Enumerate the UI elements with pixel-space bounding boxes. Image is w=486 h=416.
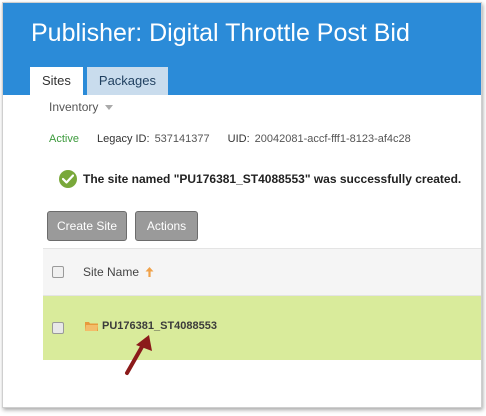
page-header: Publisher: Digital Throttle Post Bid Sit… (3, 3, 481, 95)
site-name-label: PU176381_ST4088553 (102, 320, 217, 332)
column-header-label: Site Name (83, 265, 140, 279)
inventory-dropdown[interactable]: Inventory (49, 100, 114, 114)
actions-button[interactable]: Actions (135, 211, 198, 241)
folder-icon (85, 322, 98, 331)
legacy-id-value: 537141377 (154, 133, 210, 145)
check-circle-icon (59, 170, 77, 188)
success-text: The site named "PU176381_ST4088553" was … (83, 172, 462, 186)
tab-packages[interactable]: Packages (86, 67, 168, 95)
column-header-site-name[interactable]: Site Name (83, 265, 154, 279)
site-link[interactable]: PU176381_ST4088553 (85, 320, 217, 332)
page-title-prefix: Publisher: (31, 19, 150, 47)
uid-value: 20042081-accf-fff1-8123-af4c28 (254, 133, 411, 145)
uid-label: UID: (227, 133, 250, 145)
tab-bar: Sites Packages (30, 67, 172, 95)
annotation-arrow-icon (125, 335, 152, 375)
row-checkbox[interactable] (52, 322, 64, 334)
table-header: Site Name (43, 248, 481, 296)
select-all-checkbox[interactable] (52, 266, 64, 278)
page-title: Publisher: Digital Throttle Post Bid (31, 19, 410, 48)
legacy-id-label: Legacy ID: (96, 133, 150, 145)
publisher-name: Digital Throttle Post Bid (149, 19, 410, 47)
create-site-button[interactable]: Create Site (47, 211, 127, 241)
table-row: PU176381_ST4088553 (43, 296, 481, 360)
site-meta: Active Legacy ID: 537141377 UID: 2004208… (49, 133, 429, 145)
status-badge: Active (49, 133, 79, 145)
tab-sites[interactable]: Sites (30, 67, 83, 95)
inventory-label: Inventory (49, 100, 99, 114)
chevron-down-icon (105, 104, 114, 110)
sort-ascending-icon (145, 267, 154, 277)
success-message: The site named "PU176381_ST4088553" was … (59, 170, 461, 188)
app-window: Publisher: Digital Throttle Post Bid Sit… (2, 2, 482, 408)
